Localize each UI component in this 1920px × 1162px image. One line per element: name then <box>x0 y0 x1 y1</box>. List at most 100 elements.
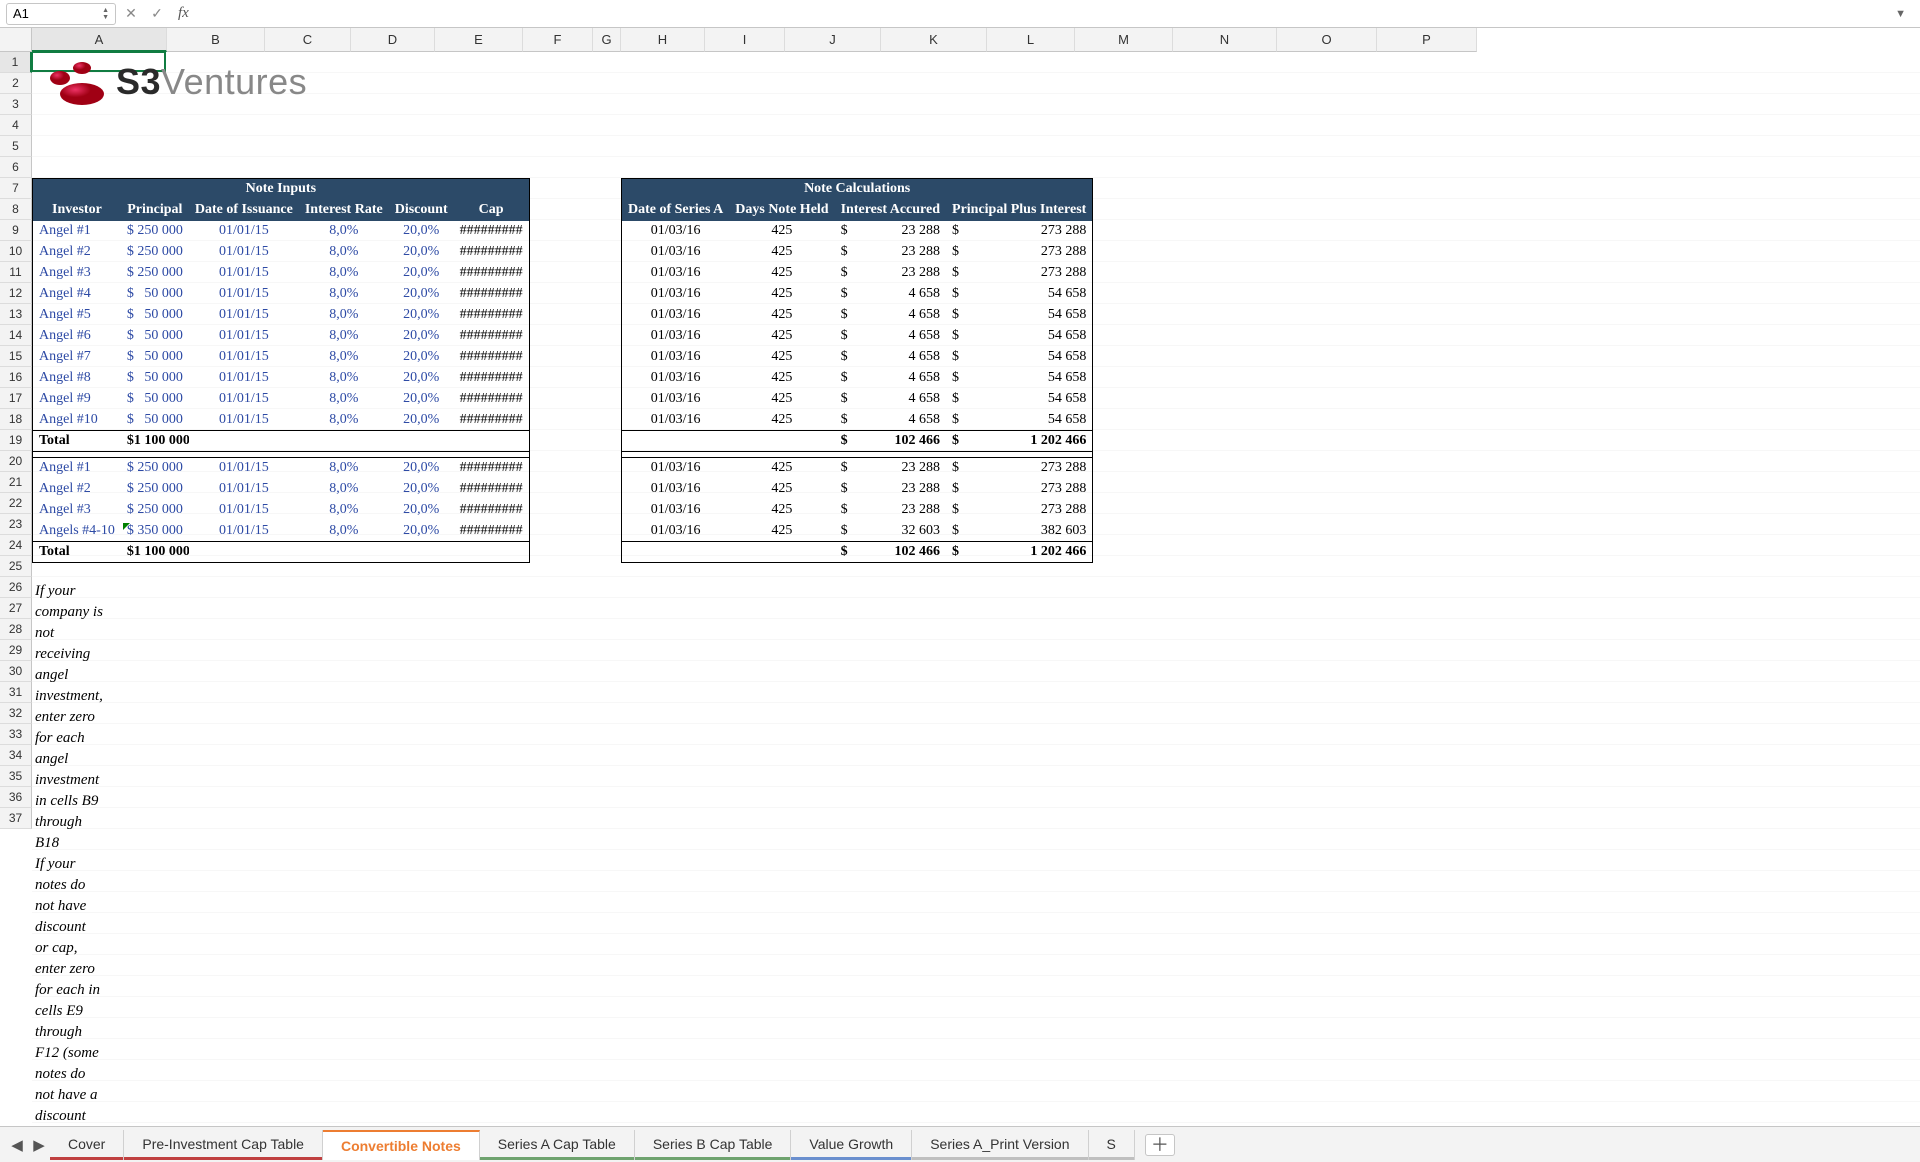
col-header-K[interactable]: K <box>881 28 987 52</box>
row-header-29[interactable]: 29 <box>0 640 32 661</box>
col-header-C[interactable]: C <box>265 28 351 52</box>
row-header-28[interactable]: 28 <box>0 619 32 640</box>
sheet-tab[interactable]: Convertible Notes <box>323 1130 480 1160</box>
sheet-tab[interactable]: Pre-Investment Cap Table <box>124 1130 323 1160</box>
row-header-18[interactable]: 18 <box>0 409 32 430</box>
table-row[interactable]: 01/03/16425$23 288$273 288 <box>622 479 1093 500</box>
row-header-5[interactable]: 5 <box>0 136 32 157</box>
row-header-8[interactable]: 8 <box>0 199 32 220</box>
add-sheet-button[interactable]: ＋ <box>1145 1134 1175 1156</box>
row-header-25[interactable]: 25 <box>0 556 32 577</box>
row-header-31[interactable]: 31 <box>0 682 32 703</box>
col-header-D[interactable]: D <box>351 28 435 52</box>
table-row[interactable]: Angel #3$250 00001/01/158,0%20,0%#######… <box>33 263 530 284</box>
table-row[interactable]: 01/03/16425$4 658$54 658 <box>622 389 1093 410</box>
col-header-G[interactable]: G <box>593 28 621 52</box>
confirm-icon[interactable]: ✓ <box>146 5 168 22</box>
row-header-12[interactable]: 12 <box>0 283 32 304</box>
table-row[interactable]: 01/03/16425$23 288$273 288 <box>622 221 1093 242</box>
col-header-P[interactable]: P <box>1377 28 1477 52</box>
sheet-tab[interactable]: Series B Cap Table <box>635 1130 792 1160</box>
row-header-3[interactable]: 3 <box>0 94 32 115</box>
cell-grid[interactable]: S3Ventures Note Inputs Investor Principa… <box>32 52 1920 1126</box>
row-header-27[interactable]: 27 <box>0 598 32 619</box>
sheet-tab[interactable]: S <box>1089 1130 1135 1160</box>
row-header-23[interactable]: 23 <box>0 514 32 535</box>
row-header-16[interactable]: 16 <box>0 367 32 388</box>
expand-icon[interactable]: ▼ <box>1887 8 1914 20</box>
fx-label[interactable]: fx <box>172 5 195 22</box>
formula-input[interactable] <box>199 6 1883 21</box>
table-row[interactable]: Angel #10$50 00001/01/158,0%20,0%#######… <box>33 410 530 431</box>
table-row[interactable]: Angel #6$50 00001/01/158,0%20,0%########… <box>33 326 530 347</box>
table-row[interactable]: Angel #2$250 00001/01/158,0%20,0%#######… <box>33 242 530 263</box>
sheet-tab[interactable]: Series A Cap Table <box>480 1130 635 1160</box>
col-header-J[interactable]: J <box>785 28 881 52</box>
row-header-22[interactable]: 22 <box>0 493 32 514</box>
row-header-21[interactable]: 21 <box>0 472 32 493</box>
table-row[interactable]: 01/03/16425$23 288$273 288 <box>622 458 1093 479</box>
row-header-20[interactable]: 20 <box>0 451 32 472</box>
row-header-36[interactable]: 36 <box>0 787 32 808</box>
tab-next-icon[interactable]: ▶ <box>28 1136 50 1154</box>
table-row[interactable]: 01/03/16425$23 288$273 288 <box>622 500 1093 521</box>
row-header-7[interactable]: 7 <box>0 178 32 199</box>
table-row[interactable]: Angel #5$50 00001/01/158,0%20,0%########… <box>33 305 530 326</box>
row-header-13[interactable]: 13 <box>0 304 32 325</box>
table-row[interactable]: 01/03/16425$23 288$273 288 <box>622 263 1093 284</box>
row-header-4[interactable]: 4 <box>0 115 32 136</box>
row-header-30[interactable]: 30 <box>0 661 32 682</box>
col-header-A[interactable]: A <box>32 28 167 52</box>
row-header-6[interactable]: 6 <box>0 157 32 178</box>
table-row[interactable]: Angel #7$50 00001/01/158,0%20,0%########… <box>33 347 530 368</box>
table-row[interactable]: Angel #4$50 00001/01/158,0%20,0%########… <box>33 284 530 305</box>
table-row[interactable]: Angel #9$50 00001/01/158,0%20,0%########… <box>33 389 530 410</box>
row-header-35[interactable]: 35 <box>0 766 32 787</box>
table-row[interactable]: 01/03/16425$4 658$54 658 <box>622 326 1093 347</box>
col-header-M[interactable]: M <box>1075 28 1173 52</box>
row-header-26[interactable]: 26 <box>0 577 32 598</box>
col-header-E[interactable]: E <box>435 28 523 52</box>
row-header-32[interactable]: 32 <box>0 703 32 724</box>
table-row[interactable]: Angel #1$250 00001/01/158,0%20,0%#######… <box>33 221 530 242</box>
table-row[interactable]: 01/03/16425$4 658$54 658 <box>622 410 1093 431</box>
col-header-O[interactable]: O <box>1277 28 1377 52</box>
table-row[interactable]: 01/03/16425$4 658$54 658 <box>622 368 1093 389</box>
row-header-10[interactable]: 10 <box>0 241 32 262</box>
col-header-L[interactable]: L <box>987 28 1075 52</box>
table-row[interactable]: Angel #3$250 00001/01/158,0%20,0%#######… <box>33 500 530 521</box>
col-header-N[interactable]: N <box>1173 28 1277 52</box>
col-header-I[interactable]: I <box>705 28 785 52</box>
table-row[interactable]: Angel #8$50 00001/01/158,0%20,0%########… <box>33 368 530 389</box>
table-row[interactable]: Angel #2$250 00001/01/158,0%20,0%#######… <box>33 479 530 500</box>
row-header-11[interactable]: 11 <box>0 262 32 283</box>
name-box-spinner[interactable]: ▲▼ <box>102 7 109 21</box>
table-row[interactable]: 01/03/16425$32 603$382 603 <box>622 521 1093 542</box>
row-header-14[interactable]: 14 <box>0 325 32 346</box>
sheet-tab[interactable]: Series A_Print Version <box>912 1130 1088 1160</box>
row-header-34[interactable]: 34 <box>0 745 32 766</box>
sheet-tab[interactable]: Cover <box>50 1130 124 1160</box>
column-headers[interactable]: ABCDEFGHIJKLMNOP <box>32 28 1920 52</box>
table-row[interactable]: 01/03/16425$4 658$54 658 <box>622 305 1093 326</box>
sheet-tab[interactable]: Value Growth <box>791 1130 912 1160</box>
row-header-19[interactable]: 19 <box>0 430 32 451</box>
row-header-1[interactable]: 1 <box>0 52 32 73</box>
col-header-B[interactable]: B <box>167 28 265 52</box>
select-all-corner[interactable] <box>0 28 32 52</box>
row-header-33[interactable]: 33 <box>0 724 32 745</box>
table-row[interactable]: Angel #1$250 00001/01/158,0%20,0%#######… <box>33 458 530 479</box>
table-row[interactable]: Angels #4-10$350 00001/01/158,0%20,0%###… <box>33 521 530 542</box>
name-box[interactable]: A1 ▲▼ <box>6 3 116 25</box>
row-headers[interactable]: 1234567891011121314151617181920212223242… <box>0 52 32 1126</box>
table-row[interactable]: 01/03/16425$23 288$273 288 <box>622 242 1093 263</box>
tab-prev-icon[interactable]: ◀ <box>6 1136 28 1154</box>
row-header-24[interactable]: 24 <box>0 535 32 556</box>
row-header-2[interactable]: 2 <box>0 73 32 94</box>
table-row[interactable]: 01/03/16425$4 658$54 658 <box>622 284 1093 305</box>
row-header-37[interactable]: 37 <box>0 808 32 829</box>
row-header-15[interactable]: 15 <box>0 346 32 367</box>
col-header-F[interactable]: F <box>523 28 593 52</box>
cancel-icon[interactable]: ✕ <box>120 5 142 22</box>
row-header-9[interactable]: 9 <box>0 220 32 241</box>
